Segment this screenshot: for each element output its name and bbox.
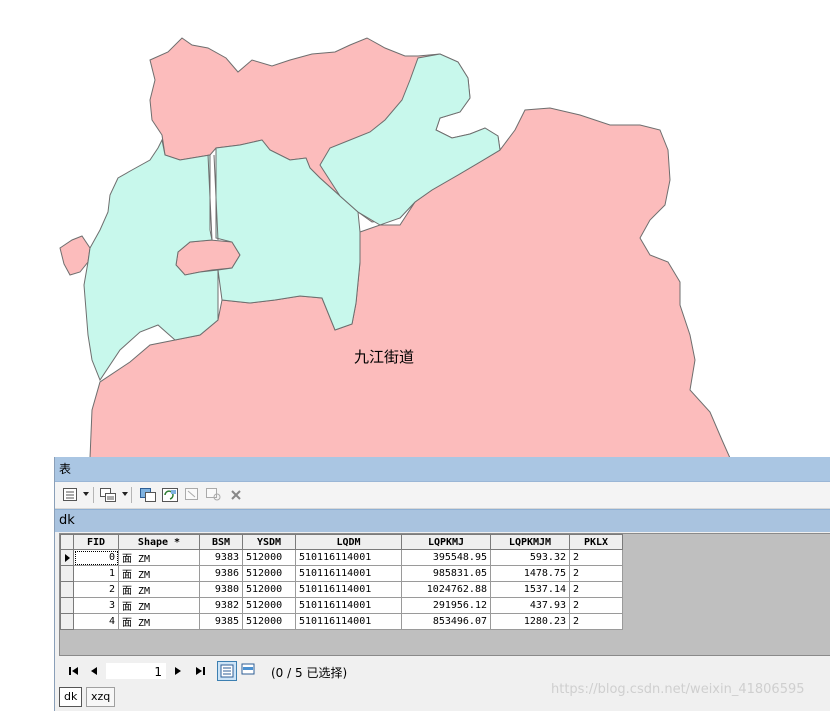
toolbar-divider [93,487,94,503]
toolbar-divider [131,487,132,503]
table-cell[interactable]: 985831.05 [401,565,491,582]
first-record-icon[interactable] [67,664,81,678]
table-cell[interactable]: 9383 [199,549,243,566]
table-cell[interactable]: 1478.75 [490,565,570,582]
previous-record-icon[interactable] [87,664,101,678]
table-cell[interactable]: 510116114001 [295,597,402,614]
current-record-input[interactable]: 1 [105,662,167,680]
table-cell[interactable]: 1280.23 [490,613,570,630]
chevron-down-icon[interactable] [122,492,128,496]
table-cell[interactable]: 2 [569,581,623,598]
switch-selection-icon[interactable] [161,486,179,503]
table-cell[interactable]: 面 ZM [118,581,200,598]
table-cell[interactable]: 4 [73,613,119,630]
column-header[interactable]: YSDM [242,534,296,550]
table-row[interactable]: 4 面 ZM 9385 512000 510116114001 853496.0… [60,613,623,630]
layer-name-bar: dk [55,509,830,532]
map-canvas[interactable] [0,0,830,458]
attribute-grid[interactable]: FID Shape * BSM YSDM LQDM LQPKMJ LQPKMJM… [59,533,830,656]
table-row[interactable]: 3 面 ZM 9382 512000 510116114001 291956.1… [60,597,623,614]
table-cell[interactable]: 510116114001 [295,613,402,630]
table-cell[interactable]: 512000 [242,597,296,614]
column-header[interactable]: BSM [199,534,243,550]
window-title: 表 [55,457,830,482]
map-polygon-pink-left[interactable] [59,235,91,276]
last-record-icon[interactable] [193,664,207,678]
table-cell[interactable]: 0 [73,549,119,566]
row-selector[interactable] [60,613,74,630]
table-header-row: FID Shape * BSM YSDM LQDM LQPKMJ LQPKMJM… [60,534,623,550]
select-by-attributes-icon[interactable] [139,486,157,503]
table-cell[interactable]: 面 ZM [118,565,200,582]
table-cell[interactable]: 面 ZM [118,549,200,566]
table-cell[interactable]: 853496.07 [401,613,491,630]
row-selector[interactable] [60,565,74,582]
table-cell[interactable]: 512000 [242,565,296,582]
row-selector[interactable] [60,581,74,598]
table-cell[interactable]: 1 [73,565,119,582]
column-header[interactable]: LQDM [295,534,402,550]
column-header[interactable]: LQPKMJ [401,534,491,550]
table-cell[interactable]: 512000 [242,581,296,598]
table-cell[interactable]: 291956.12 [401,597,491,614]
attribute-table: FID Shape * BSM YSDM LQDM LQPKMJ LQPKMJM… [60,534,623,630]
related-tables-icon[interactable] [99,486,117,503]
table-cell[interactable]: 395548.95 [401,549,491,566]
show-all-records-button[interactable] [217,661,237,681]
table-cell[interactable]: 2 [569,613,623,630]
table-row[interactable]: 1 面 ZM 9386 512000 510116114001 985831.0… [60,565,623,582]
column-header[interactable]: Shape * [118,534,200,550]
table-cell[interactable]: 9386 [199,565,243,582]
next-record-icon[interactable] [171,664,185,678]
table-cell[interactable]: 2 [73,581,119,598]
table-cell[interactable]: 2 [569,565,623,582]
table-cell[interactable]: 510116114001 [295,565,402,582]
table-cell[interactable]: 2 [569,597,623,614]
table-toolbar [55,482,830,509]
show-selected-records-button[interactable] [239,661,259,681]
attribute-table-window[interactable]: 表 dk FID Shape * BSM YSDM LQDM LQPKMJ LQ… [54,457,830,711]
column-header[interactable]: LQPKMJM [490,534,570,550]
table-cell[interactable]: 437.93 [490,597,570,614]
table-cell[interactable]: 9385 [199,613,243,630]
table-cell[interactable]: 510116114001 [295,549,402,566]
clear-selection-icon[interactable] [183,486,201,503]
table-cell[interactable]: 593.32 [490,549,570,566]
table-cell[interactable]: 面 ZM [118,597,200,614]
tab-xzq[interactable]: xzq [86,687,116,707]
table-cell[interactable]: 1024762.88 [401,581,491,598]
row-selector[interactable] [60,597,74,614]
table-row[interactable]: 0 面 ZM 9383 512000 510116114001 395548.9… [60,549,623,566]
table-cell[interactable]: 512000 [242,613,296,630]
table-cell[interactable]: 510116114001 [295,581,402,598]
zoom-to-selected-icon[interactable] [205,486,223,503]
table-cell[interactable]: 3 [73,597,119,614]
row-selector-header[interactable] [60,534,74,550]
table-cell[interactable]: 1537.14 [490,581,570,598]
delete-selected-icon[interactable] [227,486,245,503]
table-cell[interactable]: 面 ZM [118,613,200,630]
current-row-arrow-icon [65,553,70,562]
table-cell[interactable]: 9382 [199,597,243,614]
column-header[interactable]: PKLX [569,534,623,550]
table-cell[interactable]: 512000 [242,549,296,566]
table-cell[interactable]: 9380 [199,581,243,598]
column-header[interactable]: FID [73,534,119,550]
table-cell[interactable]: 2 [569,549,623,566]
table-options-icon[interactable] [61,486,79,503]
row-selector[interactable] [60,549,74,566]
map-region-label: 九江街道 [354,348,415,366]
table-tabs: dk xzq [55,687,830,711]
tab-dk[interactable]: dk [59,687,83,707]
map-view[interactable]: 九江街道 [0,0,830,458]
selection-status: (0 / 5 已选择) [271,666,348,680]
table-row[interactable]: 2 面 ZM 9380 512000 510116114001 1024762.… [60,581,623,598]
chevron-down-icon[interactable] [83,492,89,496]
